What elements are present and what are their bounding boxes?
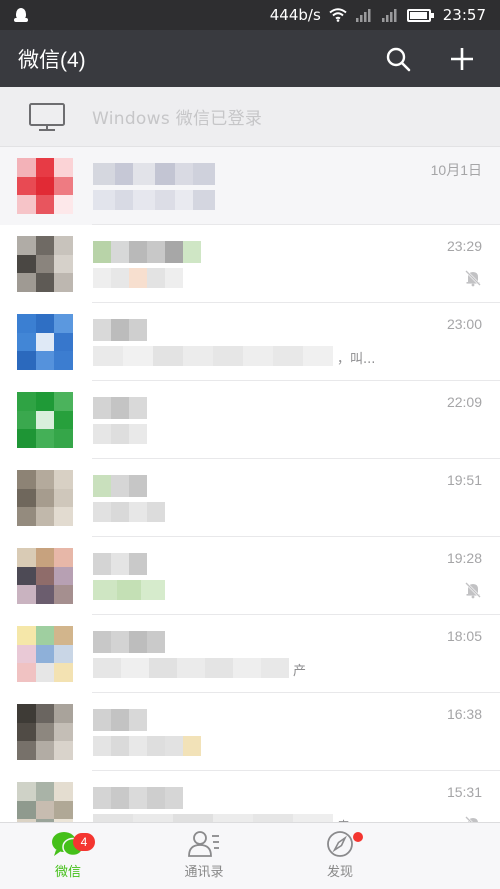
avatar <box>17 392 73 448</box>
search-button[interactable] <box>378 39 418 79</box>
chat-time: 15:31 <box>446 784 482 800</box>
wifi-icon <box>329 8 347 22</box>
chat-preview-blurred <box>93 736 201 756</box>
chat-preview-blurred <box>93 502 165 522</box>
chat-row[interactable]: 19:51 <box>0 459 500 537</box>
chat-time: 22:09 <box>446 394 482 410</box>
signal-icon-sim2 <box>381 9 397 22</box>
chat-row[interactable]: 产 18:05 <box>0 615 500 693</box>
chat-preview-blurred <box>93 658 289 678</box>
avatar <box>17 548 73 604</box>
login-status-text: Windows 微信已登录 <box>92 109 263 129</box>
tab-label: 微信 <box>54 865 81 880</box>
chat-preview-blurred <box>93 424 147 444</box>
chat-time: 10月1日 <box>430 162 482 178</box>
app-header: 微信(4) <box>0 30 500 87</box>
search-icon <box>386 47 411 71</box>
tab-contacts[interactable]: 通讯录 <box>136 823 272 889</box>
chat-preview-blurred <box>93 268 183 288</box>
chat-preview-blurred <box>93 580 165 600</box>
page-title: 微信(4) <box>18 48 86 72</box>
chat-preview-tail: 产 <box>293 664 307 679</box>
tab-label: 通讯录 <box>184 865 224 880</box>
avatar <box>17 158 73 214</box>
chat-time: 16:38 <box>446 706 482 722</box>
contacts-icon <box>188 831 219 857</box>
chat-name-blurred <box>93 553 147 575</box>
chat-list: 10月1日 23:29 ，叫... 23:00 22:09 19:51 19:28 产 18:0… <box>0 147 500 849</box>
unread-badge: 4 <box>73 833 95 851</box>
chat-preview-tail: ，叫... <box>337 352 376 367</box>
chat-time: 23:00 <box>446 316 482 332</box>
chat-preview-blurred <box>93 190 215 210</box>
status-bar: 444b/s 23:57 <box>0 0 500 30</box>
tab-chats[interactable]: 4 微信 <box>0 823 136 889</box>
status-time: 23:57 <box>442 6 486 24</box>
tab-label: 发现 <box>326 865 353 880</box>
chat-name-blurred <box>93 163 215 185</box>
chat-name-blurred <box>93 709 147 731</box>
battery-icon <box>406 8 434 22</box>
chat-name-blurred <box>93 475 147 497</box>
avatar <box>17 704 73 760</box>
chat-row[interactable]: 16:38 <box>0 693 500 771</box>
chat-row[interactable]: 23:29 <box>0 225 500 303</box>
avatar <box>17 236 73 292</box>
chat-name-blurred <box>93 787 183 809</box>
chat-name-blurred <box>93 319 147 341</box>
avatar <box>17 314 73 370</box>
chat-row[interactable]: 19:28 <box>0 537 500 615</box>
add-button[interactable] <box>442 39 482 79</box>
avatar <box>17 470 73 526</box>
chat-time: 23:29 <box>446 238 482 254</box>
chat-row[interactable]: 10月1日 <box>0 147 500 225</box>
bottom-tab-bar: 4 微信 通讯录 发现 <box>0 822 500 889</box>
chat-name-blurred <box>93 397 147 419</box>
tab-discover[interactable]: 发现 <box>272 823 408 889</box>
new-moments-dot <box>353 832 363 842</box>
mute-bell-icon <box>465 270 481 287</box>
windows-login-banner[interactable]: Windows 微信已登录 <box>0 87 500 147</box>
chat-name-blurred <box>93 241 201 263</box>
chat-time: 19:51 <box>446 472 482 488</box>
qq-notification-icon <box>14 7 28 23</box>
compass-icon <box>327 831 353 857</box>
chat-time: 19:28 <box>446 550 482 566</box>
avatar <box>17 626 73 682</box>
mute-bell-icon <box>465 582 481 599</box>
chat-name-blurred <box>93 631 165 653</box>
network-speed: 444b/s <box>269 6 321 24</box>
plus-icon <box>451 47 473 70</box>
chat-row[interactable]: 22:09 <box>0 381 500 459</box>
chat-preview-blurred <box>93 346 333 366</box>
chat-row[interactable]: ，叫... 23:00 <box>0 303 500 381</box>
chat-time: 18:05 <box>446 628 482 644</box>
monitor-icon <box>29 102 65 131</box>
signal-icon-sim1 <box>355 9 371 22</box>
